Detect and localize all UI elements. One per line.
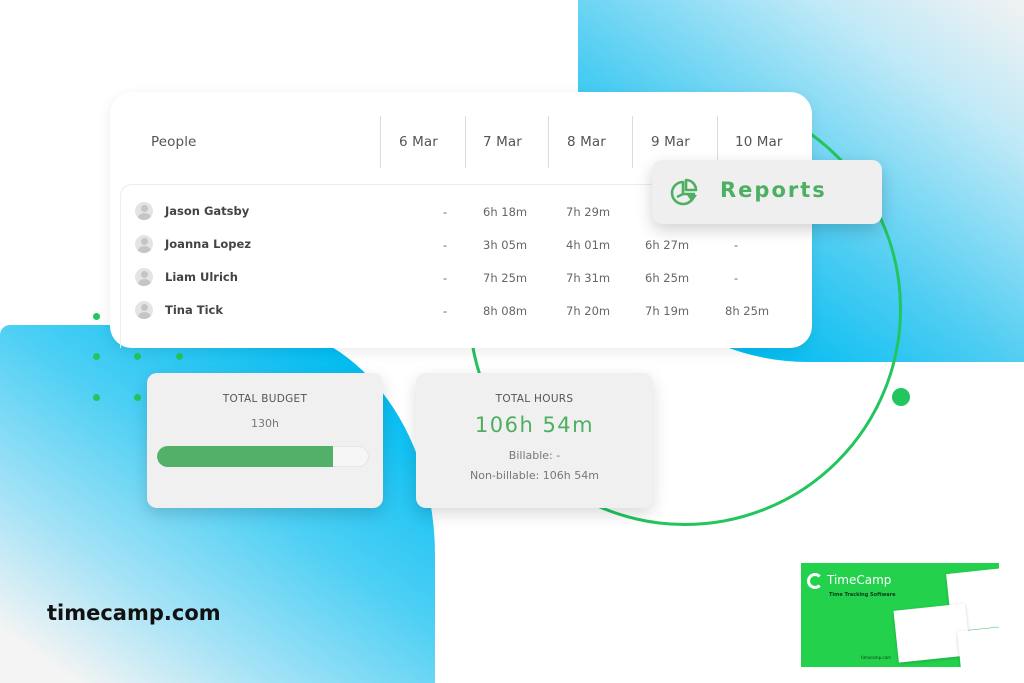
column-header-date[interactable]: 6 Mar [399, 134, 438, 150]
time-cell: - [443, 304, 448, 318]
thumbnail-url: timecamp.com [861, 655, 891, 660]
time-cell: 8h 25m [725, 304, 770, 318]
budget-progress-bar [157, 446, 369, 467]
time-cell: 4h 01m [566, 238, 611, 252]
avatar-icon [135, 202, 153, 220]
time-cell: 6h 25m [645, 271, 690, 285]
site-url[interactable]: timecamp.com [47, 601, 221, 625]
table-row[interactable]: Tina Tick - 8h 08m 7h 20m 7h 19m 8h 25m [121, 297, 810, 323]
time-cell: 7h 29m [566, 205, 611, 219]
column-divider [632, 116, 633, 168]
reports-button[interactable]: Reports [652, 160, 882, 224]
column-header-date[interactable]: 10 Mar [735, 134, 783, 150]
decorative-dot [176, 353, 183, 360]
time-cell: - [443, 238, 448, 252]
person-name: Tina Tick [165, 303, 223, 317]
total-hours-value: 106h 54m [474, 413, 595, 437]
person-name: Jason Gatsby [165, 204, 250, 218]
decorative-dot [93, 353, 100, 360]
total-hours-card: TOTAL HOURS 106h 54m Billable: - Non-bil… [416, 373, 653, 508]
reports-label: Reports [720, 178, 827, 202]
time-cell: 8h 08m [483, 304, 528, 318]
decorative-dot [93, 394, 100, 401]
thumbnail-brand: TimeCamp [827, 573, 892, 587]
decorative-ring-dot [892, 388, 910, 406]
time-cell: 7h 31m [566, 271, 611, 285]
table-row[interactable]: Liam Ulrich - 7h 25m 7h 31m 6h 25m - [121, 264, 810, 290]
timecamp-thumbnail[interactable]: TimeCamp Time Tracking Software timecamp… [801, 563, 999, 667]
table-row[interactable]: Joanna Lopez - 3h 05m 4h 01m 6h 27m - [121, 231, 810, 257]
column-header-people[interactable]: People [151, 134, 196, 150]
time-cell: 6h 18m [483, 205, 528, 219]
time-cell: - [443, 271, 448, 285]
pie-chart-icon [670, 178, 698, 206]
avatar-icon [135, 301, 153, 319]
timecamp-logo-icon [807, 573, 823, 589]
time-cell: 7h 25m [483, 271, 528, 285]
column-divider [465, 116, 466, 168]
avatar-icon [135, 235, 153, 253]
decorative-dot [93, 313, 100, 320]
decorative-dot [134, 353, 141, 360]
non-billable-hours: Non-billable: 106h 54m [470, 469, 599, 482]
thumbnail-subtitle: Time Tracking Software [829, 592, 896, 598]
column-header-date[interactable]: 7 Mar [483, 134, 522, 150]
column-header-date[interactable]: 8 Mar [567, 134, 606, 150]
thumbnail-screenshot [957, 626, 999, 667]
person-name: Joanna Lopez [165, 237, 252, 251]
total-budget-card: TOTAL BUDGET 130h [147, 373, 383, 508]
time-cell: - [443, 205, 448, 219]
total-budget-title: TOTAL BUDGET [222, 393, 308, 405]
billable-hours: Billable: - [508, 449, 561, 462]
avatar-icon [135, 268, 153, 286]
column-divider [380, 116, 381, 168]
time-cell: 7h 20m [566, 304, 611, 318]
column-divider [548, 116, 549, 168]
budget-progress-fill [157, 446, 333, 467]
decorative-dot [134, 394, 141, 401]
time-cell: - [734, 271, 739, 285]
person-name: Liam Ulrich [165, 270, 238, 284]
time-cell: 6h 27m [645, 238, 690, 252]
time-cell: 7h 19m [645, 304, 690, 318]
time-cell: 3h 05m [483, 238, 528, 252]
time-cell: - [734, 238, 739, 252]
column-header-date[interactable]: 9 Mar [651, 134, 690, 150]
total-hours-title: TOTAL HOURS [495, 393, 574, 405]
total-budget-value: 130h [251, 417, 279, 430]
